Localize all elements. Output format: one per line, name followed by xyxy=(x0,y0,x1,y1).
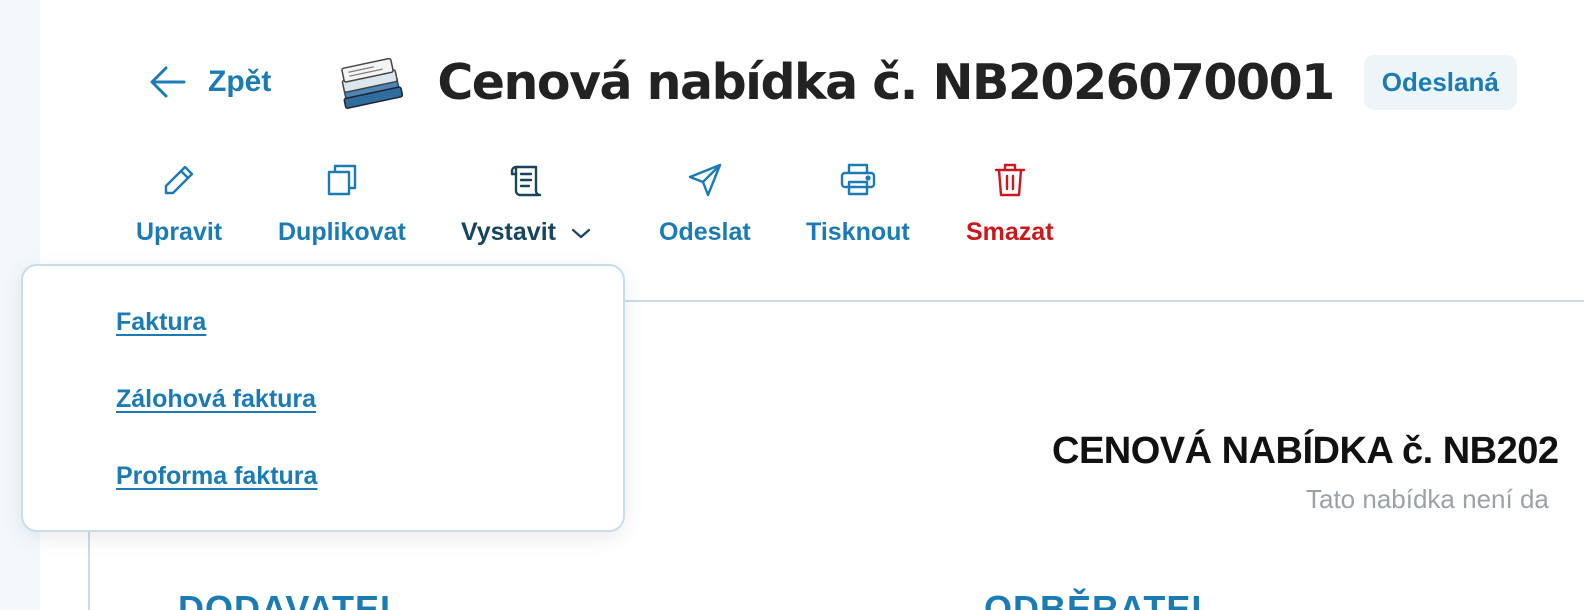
arrow-left-icon xyxy=(150,66,186,98)
print-label: Tisknout xyxy=(806,218,910,246)
paper-plane-icon xyxy=(688,163,722,197)
delete-label: Smazat xyxy=(966,218,1054,246)
edit-label: Upravit xyxy=(136,218,223,246)
customer-section-label: ODBĚRATEL xyxy=(984,588,1215,610)
scroll-icon xyxy=(511,165,542,197)
issue-label: Vystavit xyxy=(461,218,556,246)
print-button[interactable]: Tisknout xyxy=(806,160,910,247)
action-toolbar: Upravit Duplikovat Vystavit Odeslat Tisk… xyxy=(0,160,1100,256)
back-button[interactable]: Zpět xyxy=(148,62,271,102)
page-header: Zpět Cenová nabídka č. NB2026070001 Odes… xyxy=(148,52,1517,112)
issue-dropdown-button[interactable]: Vystavit xyxy=(461,160,592,247)
document-heading: CENOVÁ NABÍDKA č. NB202 xyxy=(1052,430,1559,472)
send-label: Odeslat xyxy=(659,218,751,246)
issue-dropdown-menu: Faktura Zálohová faktura Proforma faktur… xyxy=(21,264,625,532)
duplicate-label: Duplikovat xyxy=(278,218,406,246)
chevron-down-icon xyxy=(571,228,591,238)
documents-stack-icon xyxy=(341,57,404,109)
menu-item-proforma-invoice[interactable]: Proforma faktura xyxy=(116,462,317,491)
menu-item-advance-invoice[interactable]: Zálohová faktura xyxy=(116,385,316,414)
document-note: Tato nabídka není da xyxy=(1306,484,1549,514)
send-button[interactable]: Odeslat xyxy=(659,160,751,247)
page-title: Cenová nabídka č. NB2026070001 xyxy=(437,53,1335,111)
supplier-section-label: DODAVATEL xyxy=(178,588,403,610)
trash-icon xyxy=(994,163,1025,197)
printer-icon xyxy=(840,163,876,196)
edit-button[interactable]: Upravit xyxy=(136,160,222,247)
delete-button[interactable]: Smazat xyxy=(966,160,1054,247)
copy-icon xyxy=(327,164,357,196)
status-badge: Odeslaná xyxy=(1363,54,1517,110)
back-label: Zpět xyxy=(208,65,272,98)
menu-item-invoice[interactable]: Faktura xyxy=(116,308,206,337)
pencil-icon xyxy=(164,165,194,195)
duplicate-button[interactable]: Duplikovat xyxy=(278,160,406,247)
